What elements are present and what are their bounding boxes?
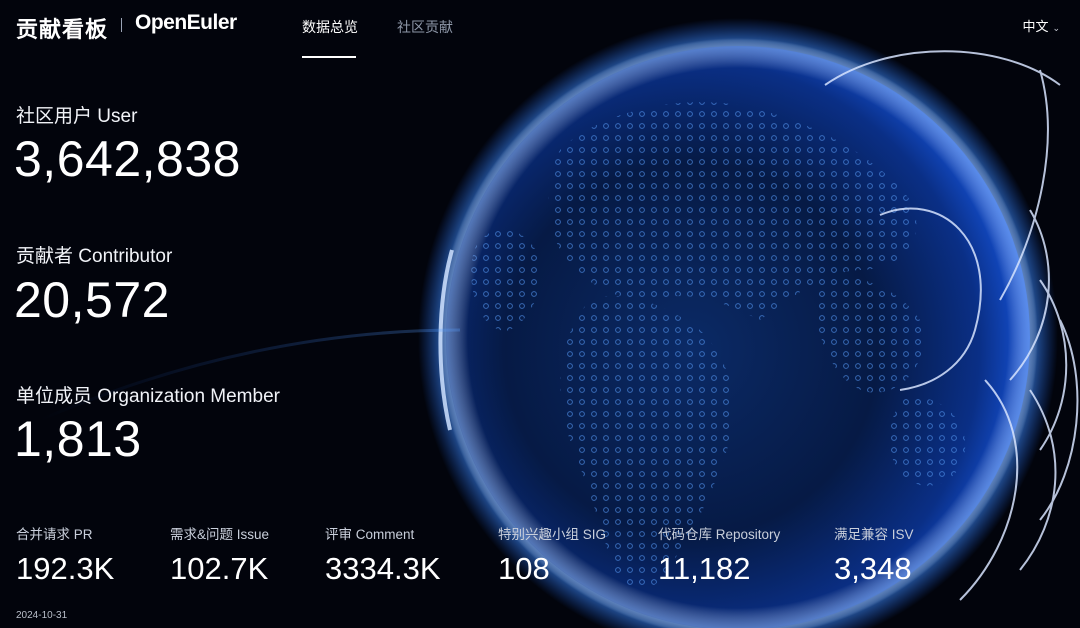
language-selector[interactable]: 中文 ⌄ [1022, 16, 1060, 35]
metric-repository-label: 代码仓库 Repository [658, 527, 781, 542]
metric-isv-value: 3,348 [834, 551, 912, 586]
stat-organization-value: 1,813 [14, 411, 142, 467]
data-date: 2024-10-31 [16, 610, 68, 621]
metric-comment-label: 评审 Comment [325, 527, 415, 542]
metric-issue-label: 需求&问题 Issue [170, 527, 270, 542]
tab-data-overview[interactable]: 数据总览 [302, 17, 358, 37]
metric-pr: 合并请求 PR 192.3K [16, 523, 114, 587]
openeuler-logo[interactable]: OpenEuler [135, 11, 237, 35]
metric-sig: 特别兴趣小组 SIG 108 [498, 523, 606, 587]
stat-organization-label: 单位成员 Organization Member [16, 386, 280, 407]
stat-user-label: 社区用户 User [16, 106, 138, 127]
metric-isv: 满足兼容 ISV 3,348 [834, 523, 914, 587]
top-header: 贡献看板 OpenEuler 数据总览 社区贡献 中文 ⌄ [0, 0, 1080, 60]
stat-contributor-label: 贡献者 Contributor [16, 246, 173, 267]
stat-user-value: 3,642,838 [14, 131, 241, 187]
language-label: 中文 [1022, 19, 1049, 34]
active-tab-indicator [302, 56, 356, 58]
metric-repository: 代码仓库 Repository 11,182 [658, 523, 780, 587]
dashboard-title: 贡献看板 [16, 17, 109, 42]
metric-pr-value: 192.3K [16, 551, 115, 586]
chevron-down-icon: ⌄ [1052, 23, 1060, 33]
metric-sig-value: 108 [498, 551, 550, 586]
brand-divider [121, 18, 122, 32]
metric-repository-value: 11,182 [658, 551, 751, 586]
metric-comment-value: 3334.3K [325, 551, 441, 586]
metric-comment: 评审 Comment 3334.3K [325, 523, 441, 587]
metric-sig-label: 特别兴趣小组 SIG [498, 527, 607, 542]
tab-community-contribution[interactable]: 社区贡献 [397, 17, 453, 37]
metric-isv-label: 满足兼容 ISV [834, 527, 914, 542]
stat-contributor-value: 20,572 [14, 272, 170, 328]
metric-pr-label: 合并请求 PR [16, 527, 93, 542]
metric-issue: 需求&问题 Issue 102.7K [170, 523, 269, 587]
metric-issue-value: 102.7K [170, 551, 269, 586]
